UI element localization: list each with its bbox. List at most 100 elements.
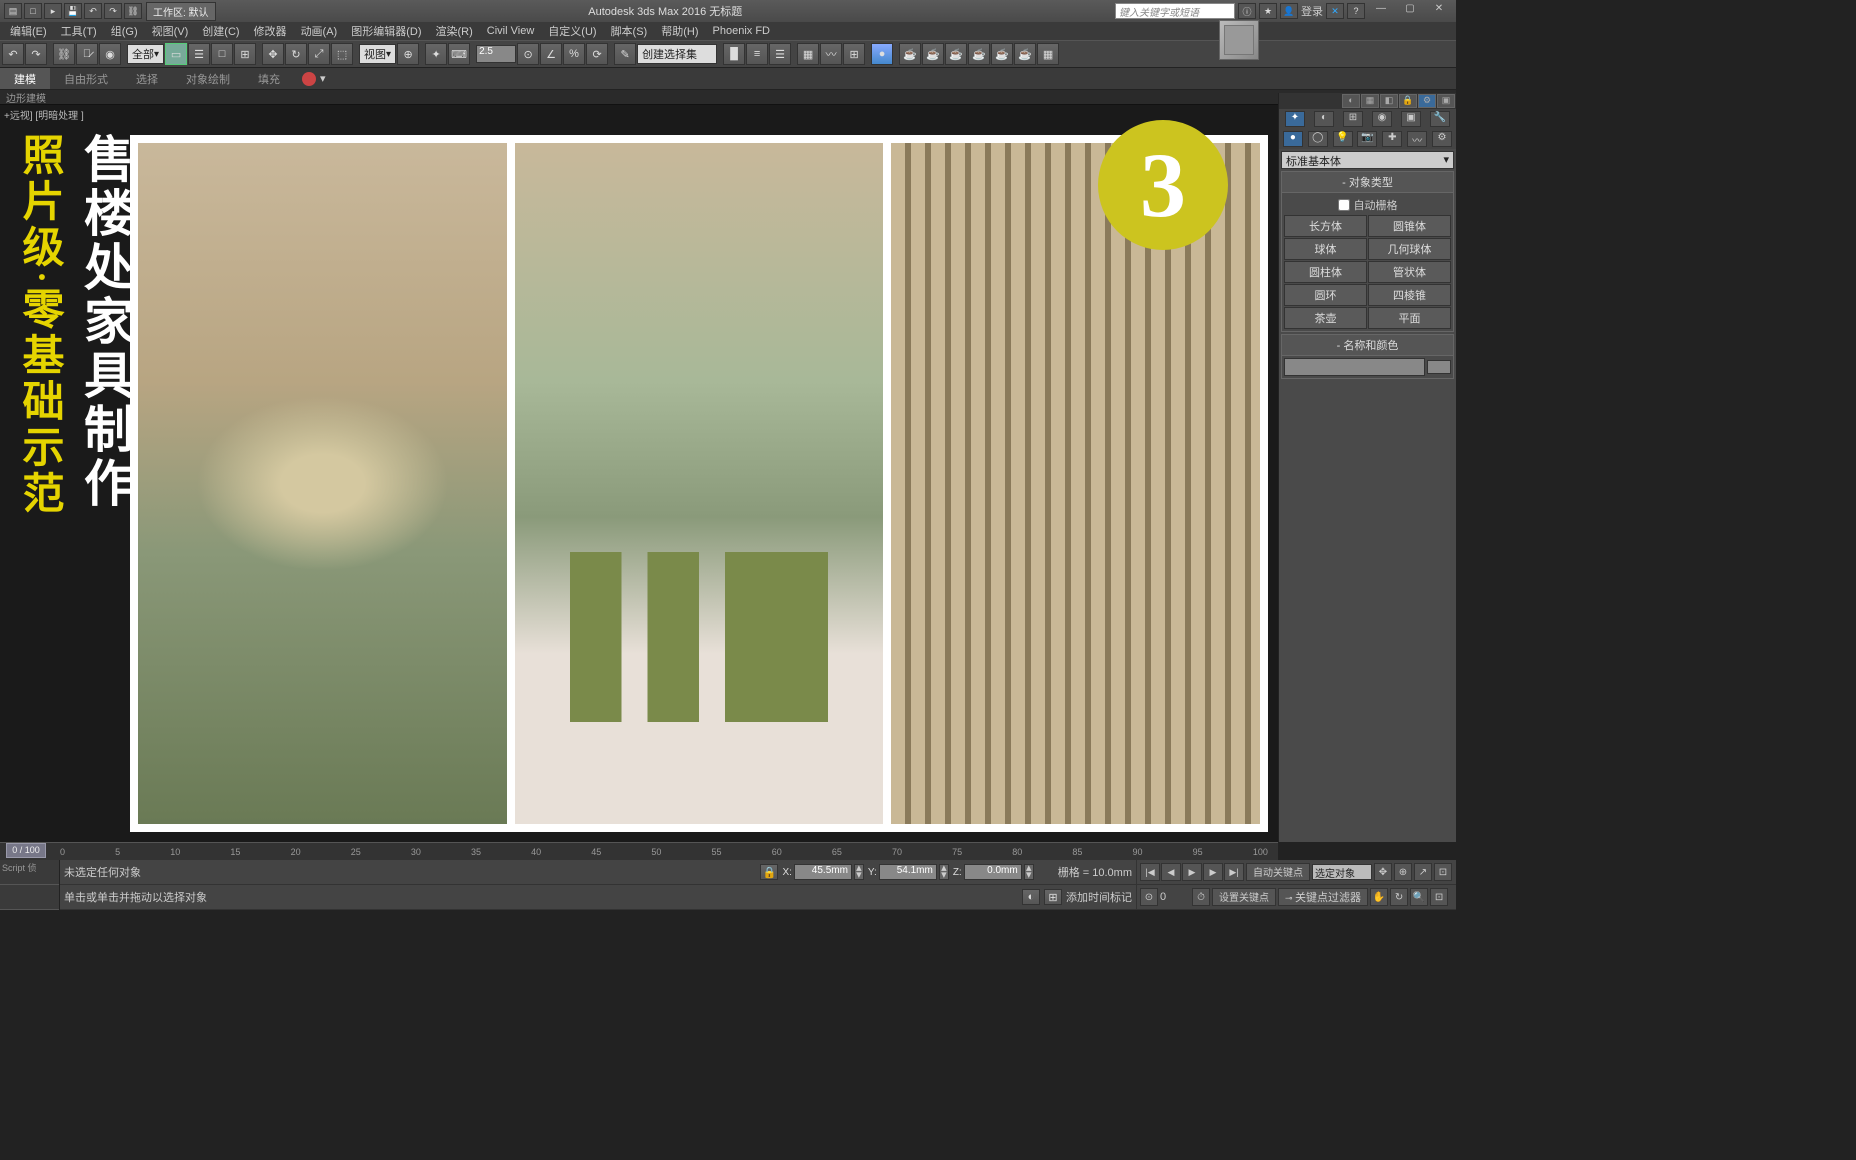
select-region-icon[interactable]: □ <box>211 43 233 65</box>
x-spinner[interactable]: ▴▾ <box>854 864 864 880</box>
star-icon[interactable]: ★ <box>1259 3 1277 19</box>
save-icon[interactable]: 💾 <box>64 3 82 19</box>
time-config-icon[interactable]: ⏱ <box>1192 888 1210 906</box>
prim-geosphere-button[interactable]: 几何球体 <box>1368 238 1451 260</box>
systems-icon[interactable]: ⚙ <box>1432 131 1452 147</box>
render-iter-icon[interactable]: ☕ <box>991 43 1013 65</box>
curve-editor-icon[interactable]: 〰 <box>820 43 842 65</box>
helpers-icon[interactable]: ✚ <box>1382 131 1402 147</box>
search-input[interactable]: 键入关键字或短语 <box>1115 3 1235 19</box>
z-spinner[interactable]: ▴▾ <box>1024 864 1034 880</box>
close-button[interactable]: ✕ <box>1426 3 1452 19</box>
schematic-view-icon[interactable]: ⊞ <box>843 43 865 65</box>
prim-pyramid-button[interactable]: 四棱锥 <box>1368 284 1451 306</box>
shapes-icon[interactable]: ◯ <box>1308 131 1328 147</box>
place-tool-icon[interactable]: ⬚ <box>331 43 353 65</box>
prim-cylinder-button[interactable]: 圆柱体 <box>1284 261 1367 283</box>
edit-selset-icon[interactable]: ✎ <box>614 43 636 65</box>
color-swatch[interactable] <box>1427 360 1451 374</box>
menu-phoenix[interactable]: Phoenix FD <box>707 24 776 38</box>
menu-create[interactable]: 创建(C) <box>196 22 245 40</box>
ribbon-tab-modeling[interactable]: 建模 <box>0 68 50 89</box>
render-last-icon[interactable]: ▦ <box>1037 43 1059 65</box>
autokey-button[interactable]: 自动关键点 <box>1246 863 1310 881</box>
menu-help[interactable]: 帮助(H) <box>655 22 704 40</box>
ribbon-tab-objectpaint[interactable]: 对象绘制 <box>172 68 244 89</box>
time-tag[interactable]: 添加时间标记 <box>1066 889 1132 905</box>
tab-more-icon[interactable]: ▣ <box>1437 94 1455 108</box>
cameras-icon[interactable]: 📷 <box>1357 131 1377 147</box>
tab-lock-icon[interactable]: 🔒 <box>1399 94 1417 108</box>
layer-icon[interactable]: ☰ <box>769 43 791 65</box>
nav-set1-icon[interactable]: ✥ <box>1374 863 1392 881</box>
menu-graph[interactable]: 图形编辑器(D) <box>345 22 427 40</box>
material-editor-icon[interactable]: ● <box>871 43 893 65</box>
goto-start-icon[interactable]: |◀ <box>1140 863 1160 881</box>
menu-view[interactable]: 视图(V) <box>146 22 195 40</box>
snap-toggle-icon[interactable]: ⊙ <box>517 43 539 65</box>
render-setup-icon[interactable]: ☕ <box>899 43 921 65</box>
macro-recorder[interactable] <box>0 885 59 910</box>
menu-tools[interactable]: 工具(T) <box>55 22 103 40</box>
key-filters-button[interactable]: ⊸ 关键点过滤器 <box>1278 888 1368 906</box>
menu-render[interactable]: 渲染(R) <box>430 22 479 40</box>
tab-xview-icon[interactable]: ◧ <box>1380 94 1398 108</box>
nav-set2-icon[interactable]: ⊕ <box>1394 863 1412 881</box>
time-slider[interactable]: 0 / 100 <box>6 843 46 858</box>
next-frame-icon[interactable]: ▶ <box>1203 863 1223 881</box>
pivot-icon[interactable]: ⊕ <box>397 43 419 65</box>
undo-icon[interactable]: ↶ <box>84 3 102 19</box>
menu-customize[interactable]: 自定义(U) <box>542 22 602 40</box>
ribbon-tab-populate[interactable]: 填充 <box>244 68 294 89</box>
spinner-input[interactable]: 2.5 <box>476 45 516 63</box>
render-icon[interactable]: ☕ <box>945 43 967 65</box>
scale-tool-icon[interactable]: ⤢ <box>308 43 330 65</box>
menu-civil[interactable]: Civil View <box>481 24 540 38</box>
maximize-button[interactable]: ▢ <box>1397 3 1423 19</box>
rollout-header[interactable]: - 对象类型 <box>1282 172 1453 193</box>
nav-set3-icon[interactable]: ↗ <box>1414 863 1432 881</box>
prim-plane-button[interactable]: 平面 <box>1368 307 1451 329</box>
nav-max-icon[interactable]: ⊡ <box>1430 888 1448 906</box>
user-icon[interactable]: 👤 <box>1280 3 1298 19</box>
isolate-icon[interactable]: ◐ <box>1022 889 1040 905</box>
prim-sphere-button[interactable]: 球体 <box>1284 238 1367 260</box>
object-name-input[interactable] <box>1284 358 1425 376</box>
display-tab-icon[interactable]: ▣ <box>1401 111 1421 127</box>
prev-frame-icon[interactable]: ◀ <box>1161 863 1181 881</box>
menu-animation[interactable]: 动画(A) <box>295 22 344 40</box>
login-label[interactable]: 登录 <box>1301 3 1323 19</box>
prim-cone-button[interactable]: 圆锥体 <box>1368 215 1451 237</box>
motion-tab-icon[interactable]: ◉ <box>1372 111 1392 127</box>
tab-display-icon[interactable]: ▦ <box>1361 94 1379 108</box>
goto-end-icon[interactable]: ▶| <box>1224 863 1244 881</box>
viewport[interactable]: +远视] [明暗处理 ] 照片级 · 零基础示范 售楼处家具制作 3 <box>0 105 1278 842</box>
info-icon[interactable]: ⓘ <box>1238 3 1256 19</box>
prim-torus-button[interactable]: 圆环 <box>1284 284 1367 306</box>
minimize-button[interactable]: — <box>1368 3 1394 19</box>
maxscript-mini[interactable]: Script 侦 <box>0 860 59 885</box>
z-coord-input[interactable]: 0.0mm <box>964 864 1022 880</box>
play-icon[interactable]: ▶ <box>1182 863 1202 881</box>
prim-teapot-button[interactable]: 茶壶 <box>1284 307 1367 329</box>
current-frame-input[interactable]: 0 <box>1160 891 1190 903</box>
select-name-icon[interactable]: ☰ <box>188 43 210 65</box>
prim-box-button[interactable]: 长方体 <box>1284 215 1367 237</box>
ribbon-tab-selection[interactable]: 选择 <box>122 68 172 89</box>
app-menu-icon[interactable]: ▤ <box>4 3 22 19</box>
utilities-tab-icon[interactable]: 🔧 <box>1430 111 1450 127</box>
rollout-header-2[interactable]: - 名称和颜色 <box>1282 335 1453 356</box>
create-tab-icon[interactable]: ✦ <box>1285 111 1305 127</box>
manipulate-icon[interactable]: ✦ <box>425 43 447 65</box>
hierarchy-tab-icon[interactable]: ⊞ <box>1343 111 1363 127</box>
viewcube[interactable] <box>1210 20 1268 78</box>
open-icon[interactable]: ▸ <box>44 3 62 19</box>
key-mode-icon[interactable]: ⊙ <box>1140 888 1158 906</box>
lights-icon[interactable]: 💡 <box>1333 131 1353 147</box>
menu-edit[interactable]: 编辑(E) <box>4 22 53 40</box>
category-dropdown[interactable]: 标准基本体 ▾ <box>1281 151 1454 169</box>
viewport-label[interactable]: +远视] [明暗处理 ] <box>4 107 84 122</box>
angle-snap-icon[interactable]: ∠ <box>540 43 562 65</box>
toggle-ribbon-icon[interactable]: ▦ <box>797 43 819 65</box>
ref-coord-system[interactable]: 视图 ▾ <box>359 44 396 64</box>
